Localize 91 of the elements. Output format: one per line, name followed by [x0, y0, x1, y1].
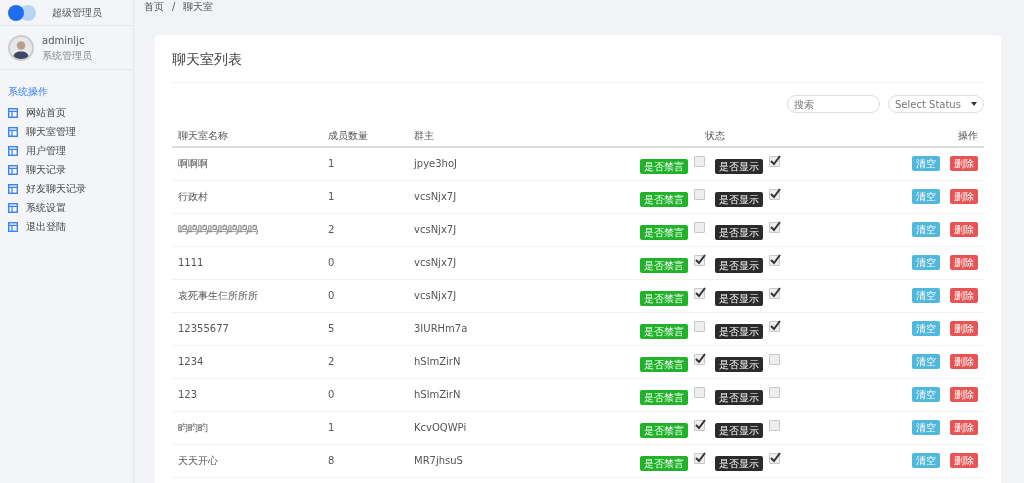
clear-button[interactable]: 清空: [912, 156, 940, 172]
table-cell: 0: [328, 257, 335, 268]
delete-button[interactable]: 删除: [950, 420, 978, 435]
mute-tag: 是否禁言: [640, 159, 688, 175]
breadcrumb-separator: /: [172, 0, 176, 14]
clear-button[interactable]: 清空: [912, 354, 940, 369]
mute-tag: 是否禁言: [640, 225, 688, 240]
table-cell: vcsNjx7J: [414, 224, 457, 235]
table-cell: 1111: [178, 257, 204, 268]
mute-tag: 是否禁言: [640, 390, 688, 405]
table-cell: jpye3hoJ: [414, 158, 457, 170]
section-heading: 系统操作: [7, 85, 49, 99]
table-cell: 1: [328, 422, 335, 433]
delete-button[interactable]: 删除: [950, 156, 978, 172]
table-cell: hSlmZirN: [414, 389, 461, 400]
user-role: 系统管理员: [42, 48, 92, 63]
sidebar-item[interactable]: 系统设置: [0, 198, 133, 217]
table-cell: 2: [328, 224, 335, 235]
display-tag: 是否显示: [715, 225, 763, 240]
display-tag: 是否显示: [715, 423, 763, 438]
delete-button[interactable]: 删除: [950, 288, 978, 303]
table-cell: 1234: [178, 356, 204, 367]
clear-button[interactable]: 清空: [912, 453, 940, 468]
breadcrumb-link[interactable]: 首页: [144, 0, 164, 14]
delete-button[interactable]: 删除: [950, 354, 978, 369]
delete-button[interactable]: 删除: [950, 453, 978, 468]
table-cell: 3IURHm7a: [414, 323, 468, 334]
table-cell: 啊啊啊: [178, 158, 208, 170]
sidebar-item[interactable]: 聊天记录: [0, 160, 133, 179]
clear-button[interactable]: 清空: [912, 321, 940, 336]
brand-name: 超级管理员: [52, 6, 102, 20]
delete-button[interactable]: 删除: [950, 321, 978, 336]
column-header: 状态: [705, 130, 725, 141]
sidebar-item[interactable]: 用户管理: [0, 141, 133, 160]
user-name: adminljc: [42, 33, 86, 48]
table-cell: 1: [328, 158, 335, 170]
table-cell: 天天开心: [178, 455, 218, 466]
table-cell: 8: [328, 455, 335, 466]
table-cell: vcsNjx7J: [414, 191, 457, 202]
mute-tag: 是否禁言: [640, 357, 688, 372]
table-cell: 5: [328, 323, 335, 334]
mute-tag: 是否禁言: [640, 291, 688, 306]
clear-button[interactable]: 清空: [912, 222, 940, 237]
table-cell: 2: [328, 356, 335, 367]
card-title: 聊天室列表: [172, 35, 984, 83]
delete-button[interactable]: 删除: [950, 255, 978, 270]
display-tag: 是否显示: [715, 159, 763, 175]
sidebar-item[interactable]: 好友聊天记录: [0, 179, 133, 198]
display-tag: 是否显示: [715, 291, 763, 306]
column-header: 成员数量: [328, 130, 368, 141]
column-header: 操作: [958, 130, 978, 141]
table-cell: 1: [328, 191, 335, 202]
clear-button[interactable]: 清空: [912, 420, 940, 435]
delete-button[interactable]: 删除: [950, 222, 978, 237]
table-cell: 呜呜呜呜呜呜呜呜: [178, 224, 258, 235]
table-cell: 畇畇畇: [178, 422, 208, 433]
sidebar-item[interactable]: 退出登陆: [0, 217, 133, 236]
table-cell: 12355677: [178, 323, 229, 334]
table-cell: 行政村: [178, 191, 208, 202]
mute-tag: 是否禁言: [640, 324, 688, 339]
clear-button[interactable]: 清空: [912, 255, 940, 270]
table-cell: 哀死事生仨所所所: [178, 290, 258, 301]
table-cell: KcvOQWPi: [414, 422, 467, 433]
mute-tag: 是否禁言: [640, 423, 688, 438]
table-cell: hSlmZirN: [414, 356, 461, 367]
table-cell: 0: [328, 290, 335, 301]
display-tag: 是否显示: [715, 258, 763, 273]
mute-tag: 是否禁言: [640, 192, 688, 207]
breadcrumb-link[interactable]: 聊天室: [183, 0, 214, 14]
table-cell: vcsNjx7J: [414, 257, 457, 268]
display-tag: 是否显示: [715, 390, 763, 405]
display-tag: 是否显示: [715, 357, 763, 372]
mute-tag: 是否禁言: [640, 258, 688, 273]
column-header: 群主: [414, 130, 434, 141]
delete-button[interactable]: 删除: [950, 189, 978, 204]
delete-button[interactable]: 删除: [950, 387, 978, 402]
display-tag: 是否显示: [715, 192, 763, 207]
mute-tag: 是否禁言: [640, 456, 688, 471]
display-tag: 是否显示: [715, 456, 763, 471]
clear-button[interactable]: 清空: [912, 189, 940, 204]
clear-button[interactable]: 清空: [912, 387, 940, 402]
sidebar-item[interactable]: 网站首页: [0, 103, 133, 122]
display-tag: 是否显示: [715, 324, 763, 339]
clear-button[interactable]: 清空: [912, 288, 940, 303]
table-cell: MR7jhsuS: [414, 455, 463, 466]
table-cell: vcsNjx7J: [414, 290, 457, 301]
sidebar-item[interactable]: 聊天室管理: [0, 122, 133, 141]
table-cell: 0: [328, 389, 335, 400]
column-header: 聊天室名称: [178, 130, 228, 141]
table-cell: 123: [178, 389, 198, 400]
search-field[interactable]: 搜索: [787, 95, 880, 113]
